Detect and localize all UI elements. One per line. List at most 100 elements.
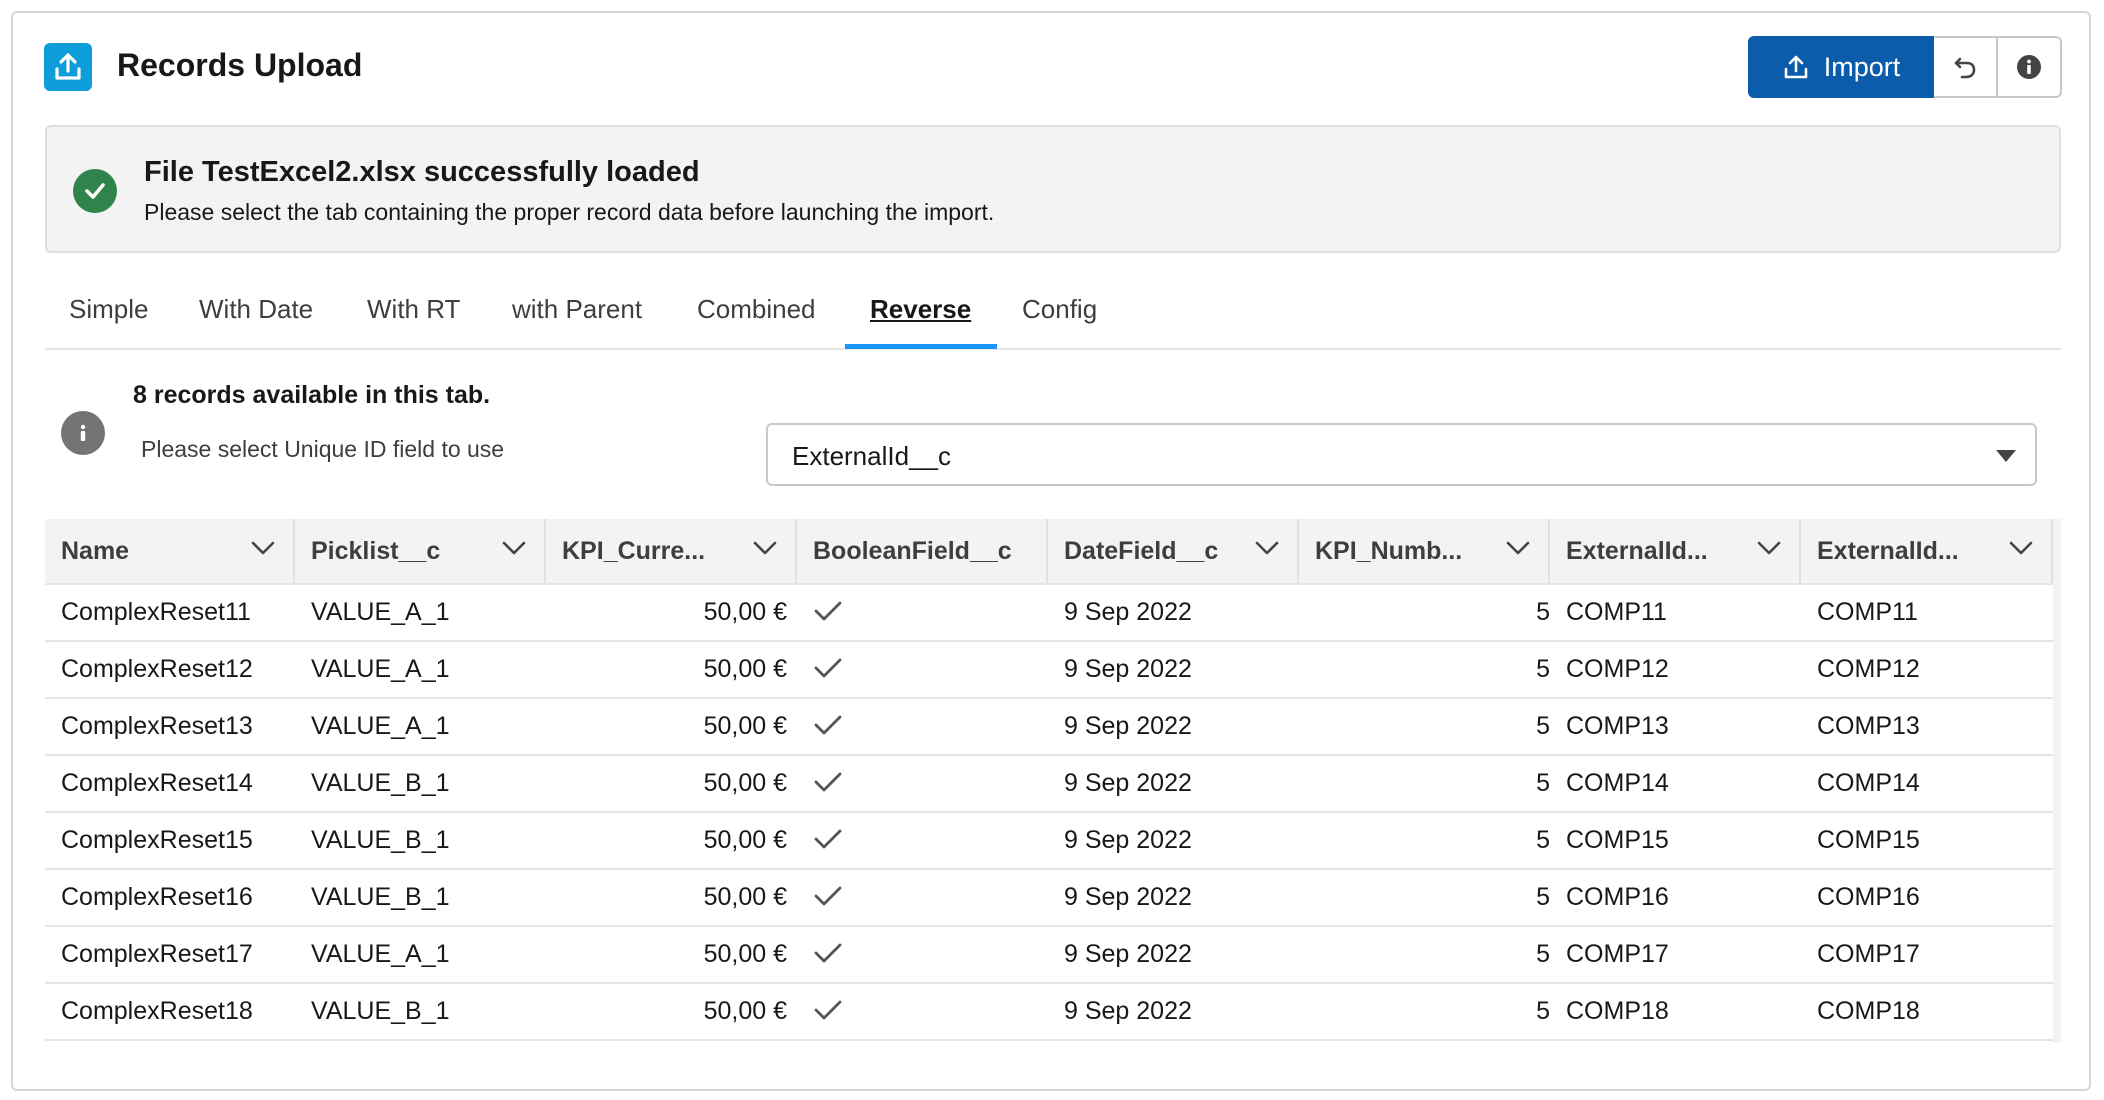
checkmark-icon bbox=[813, 770, 843, 799]
column-header-label: ExternalId... bbox=[1566, 537, 1708, 565]
table-cell: COMP13 bbox=[1566, 712, 1669, 740]
table-cell: ComplexReset11 bbox=[61, 598, 251, 626]
table-cell: 5 bbox=[1536, 883, 1550, 911]
success-notice: File TestExcel2.xlsx successfully loaded… bbox=[45, 125, 2061, 253]
table-cell: 9 Sep 2022 bbox=[1064, 826, 1192, 854]
checkmark-icon bbox=[813, 599, 843, 628]
table-cell: COMP16 bbox=[1817, 883, 1920, 911]
checkmark-icon bbox=[813, 941, 843, 970]
info-icon bbox=[2015, 53, 2043, 81]
table-cell: 5 bbox=[1536, 940, 1550, 968]
table-cell: COMP17 bbox=[1566, 940, 1669, 968]
column-header[interactable]: Picklist__c bbox=[295, 519, 546, 583]
chevron-down-icon[interactable] bbox=[753, 541, 777, 560]
table-cell: 9 Sep 2022 bbox=[1064, 883, 1192, 911]
tab-config[interactable]: Config bbox=[1022, 294, 1097, 325]
table-cell: 50,00 € bbox=[703, 598, 787, 626]
tab-simple[interactable]: Simple bbox=[69, 294, 148, 325]
column-header-label: BooleanField__c bbox=[813, 537, 1012, 565]
checkmark-icon bbox=[813, 656, 843, 685]
unique-id-label: Please select Unique ID field to use bbox=[141, 436, 505, 462]
success-check-icon bbox=[73, 169, 117, 213]
table-cell: VALUE_A_1 bbox=[311, 712, 450, 740]
chevron-down-icon[interactable] bbox=[251, 541, 275, 560]
table-cell: COMP12 bbox=[1817, 655, 1920, 683]
table-cell: ComplexReset15 bbox=[61, 826, 253, 854]
column-header[interactable]: KPI_Curre... bbox=[546, 519, 797, 583]
table-cell: COMP11 bbox=[1566, 598, 1667, 626]
import-button[interactable]: Import bbox=[1748, 36, 1934, 98]
records-table: Name Picklist__c KPI_Curre... BooleanFie… bbox=[45, 519, 2061, 1043]
chevron-down-icon[interactable] bbox=[502, 541, 526, 560]
column-header[interactable]: DateField__c bbox=[1048, 519, 1299, 583]
column-header[interactable]: ExternalId... bbox=[1550, 519, 1801, 583]
table-cell: COMP17 bbox=[1817, 940, 1920, 968]
table-cell: 50,00 € bbox=[703, 769, 787, 797]
table-cell: COMP11 bbox=[1817, 598, 1918, 626]
table-cell: VALUE_A_1 bbox=[311, 598, 450, 626]
column-header[interactable]: Name bbox=[45, 519, 295, 583]
table-scrollbar[interactable] bbox=[2053, 519, 2061, 1043]
table-cell: 9 Sep 2022 bbox=[1064, 598, 1192, 626]
tab-reverse[interactable]: Reverse bbox=[870, 294, 971, 325]
table-row: ComplexReset18 VALUE_B_1 50,00 € 9 Sep 2022… bbox=[45, 984, 2053, 1041]
table-cell: 50,00 € bbox=[703, 883, 787, 911]
checkmark-icon bbox=[813, 827, 843, 856]
column-header[interactable]: ExternalId... bbox=[1801, 519, 2053, 583]
table-cell: 50,00 € bbox=[703, 712, 787, 740]
column-header[interactable]: KPI_Numb... bbox=[1299, 519, 1550, 583]
table-cell: ComplexReset12 bbox=[61, 655, 253, 683]
table-cell: COMP15 bbox=[1817, 826, 1920, 854]
table-cell: ComplexReset16 bbox=[61, 883, 253, 911]
table-cell: VALUE_B_1 bbox=[311, 769, 450, 797]
table-row: ComplexReset14 VALUE_B_1 50,00 € 9 Sep 2022… bbox=[45, 756, 2053, 813]
table-cell: VALUE_A_1 bbox=[311, 940, 450, 968]
upload-icon bbox=[44, 43, 92, 91]
caret-down-icon bbox=[1995, 449, 2017, 468]
table-cell: 9 Sep 2022 bbox=[1064, 997, 1192, 1025]
table-cell: 9 Sep 2022 bbox=[1064, 940, 1192, 968]
table-header: Name Picklist__c KPI_Curre... BooleanFie… bbox=[45, 519, 2061, 585]
column-header[interactable]: BooleanField__c bbox=[797, 519, 1048, 583]
table-row: ComplexReset13 VALUE_A_1 50,00 € 9 Sep 2022… bbox=[45, 699, 2053, 756]
table-cell: 50,00 € bbox=[703, 940, 787, 968]
chevron-down-icon[interactable] bbox=[1506, 541, 1530, 560]
unique-id-selected-value: ExternalId__c bbox=[792, 441, 951, 471]
notice-message: Please select the tab containing the pro… bbox=[144, 199, 995, 225]
table-cell: ComplexReset14 bbox=[61, 769, 253, 797]
table-cell: 5 bbox=[1536, 598, 1550, 626]
info-button[interactable] bbox=[1998, 36, 2062, 98]
table-cell: COMP12 bbox=[1566, 655, 1669, 683]
table-cell: 9 Sep 2022 bbox=[1064, 712, 1192, 740]
unique-id-select[interactable]: ExternalId__c bbox=[766, 423, 2037, 486]
table-cell: 9 Sep 2022 bbox=[1064, 769, 1192, 797]
table-cell: VALUE_B_1 bbox=[311, 883, 450, 911]
table-cell: 5 bbox=[1536, 826, 1550, 854]
chevron-down-icon[interactable] bbox=[1757, 541, 1781, 560]
chevron-down-icon[interactable] bbox=[2009, 541, 2033, 560]
reset-button[interactable] bbox=[1934, 36, 1998, 98]
table-cell: 5 bbox=[1536, 712, 1550, 740]
table-cell: COMP14 bbox=[1817, 769, 1920, 797]
table-row: ComplexReset11 VALUE_A_1 50,00 € 9 Sep 2022… bbox=[45, 585, 2053, 642]
tab-with-date[interactable]: With Date bbox=[199, 294, 313, 325]
table-cell: 50,00 € bbox=[703, 826, 787, 854]
tab-combined[interactable]: Combined bbox=[697, 294, 816, 325]
table-cell: COMP16 bbox=[1566, 883, 1669, 911]
tab-bar: Simple With Date With RT with Parent Com… bbox=[45, 282, 2061, 350]
header-button-group: Import bbox=[1748, 36, 2062, 98]
table-cell: VALUE_A_1 bbox=[311, 655, 450, 683]
table-cell: COMP18 bbox=[1566, 997, 1669, 1025]
tab-with-rt[interactable]: With RT bbox=[367, 294, 460, 325]
table-cell: 9 Sep 2022 bbox=[1064, 655, 1192, 683]
column-header-label: KPI_Numb... bbox=[1315, 537, 1463, 565]
column-header-label: KPI_Curre... bbox=[562, 537, 706, 565]
chevron-down-icon[interactable] bbox=[1255, 541, 1279, 560]
column-header-label: Name bbox=[61, 537, 130, 565]
column-header-label: DateField__c bbox=[1064, 537, 1219, 565]
table-cell: VALUE_B_1 bbox=[311, 826, 450, 854]
table-cell: 5 bbox=[1536, 655, 1550, 683]
table-row: ComplexReset12 VALUE_A_1 50,00 € 9 Sep 2022… bbox=[45, 642, 2053, 699]
tab-with-parent[interactable]: with Parent bbox=[512, 294, 642, 325]
table-cell: 5 bbox=[1536, 769, 1550, 797]
